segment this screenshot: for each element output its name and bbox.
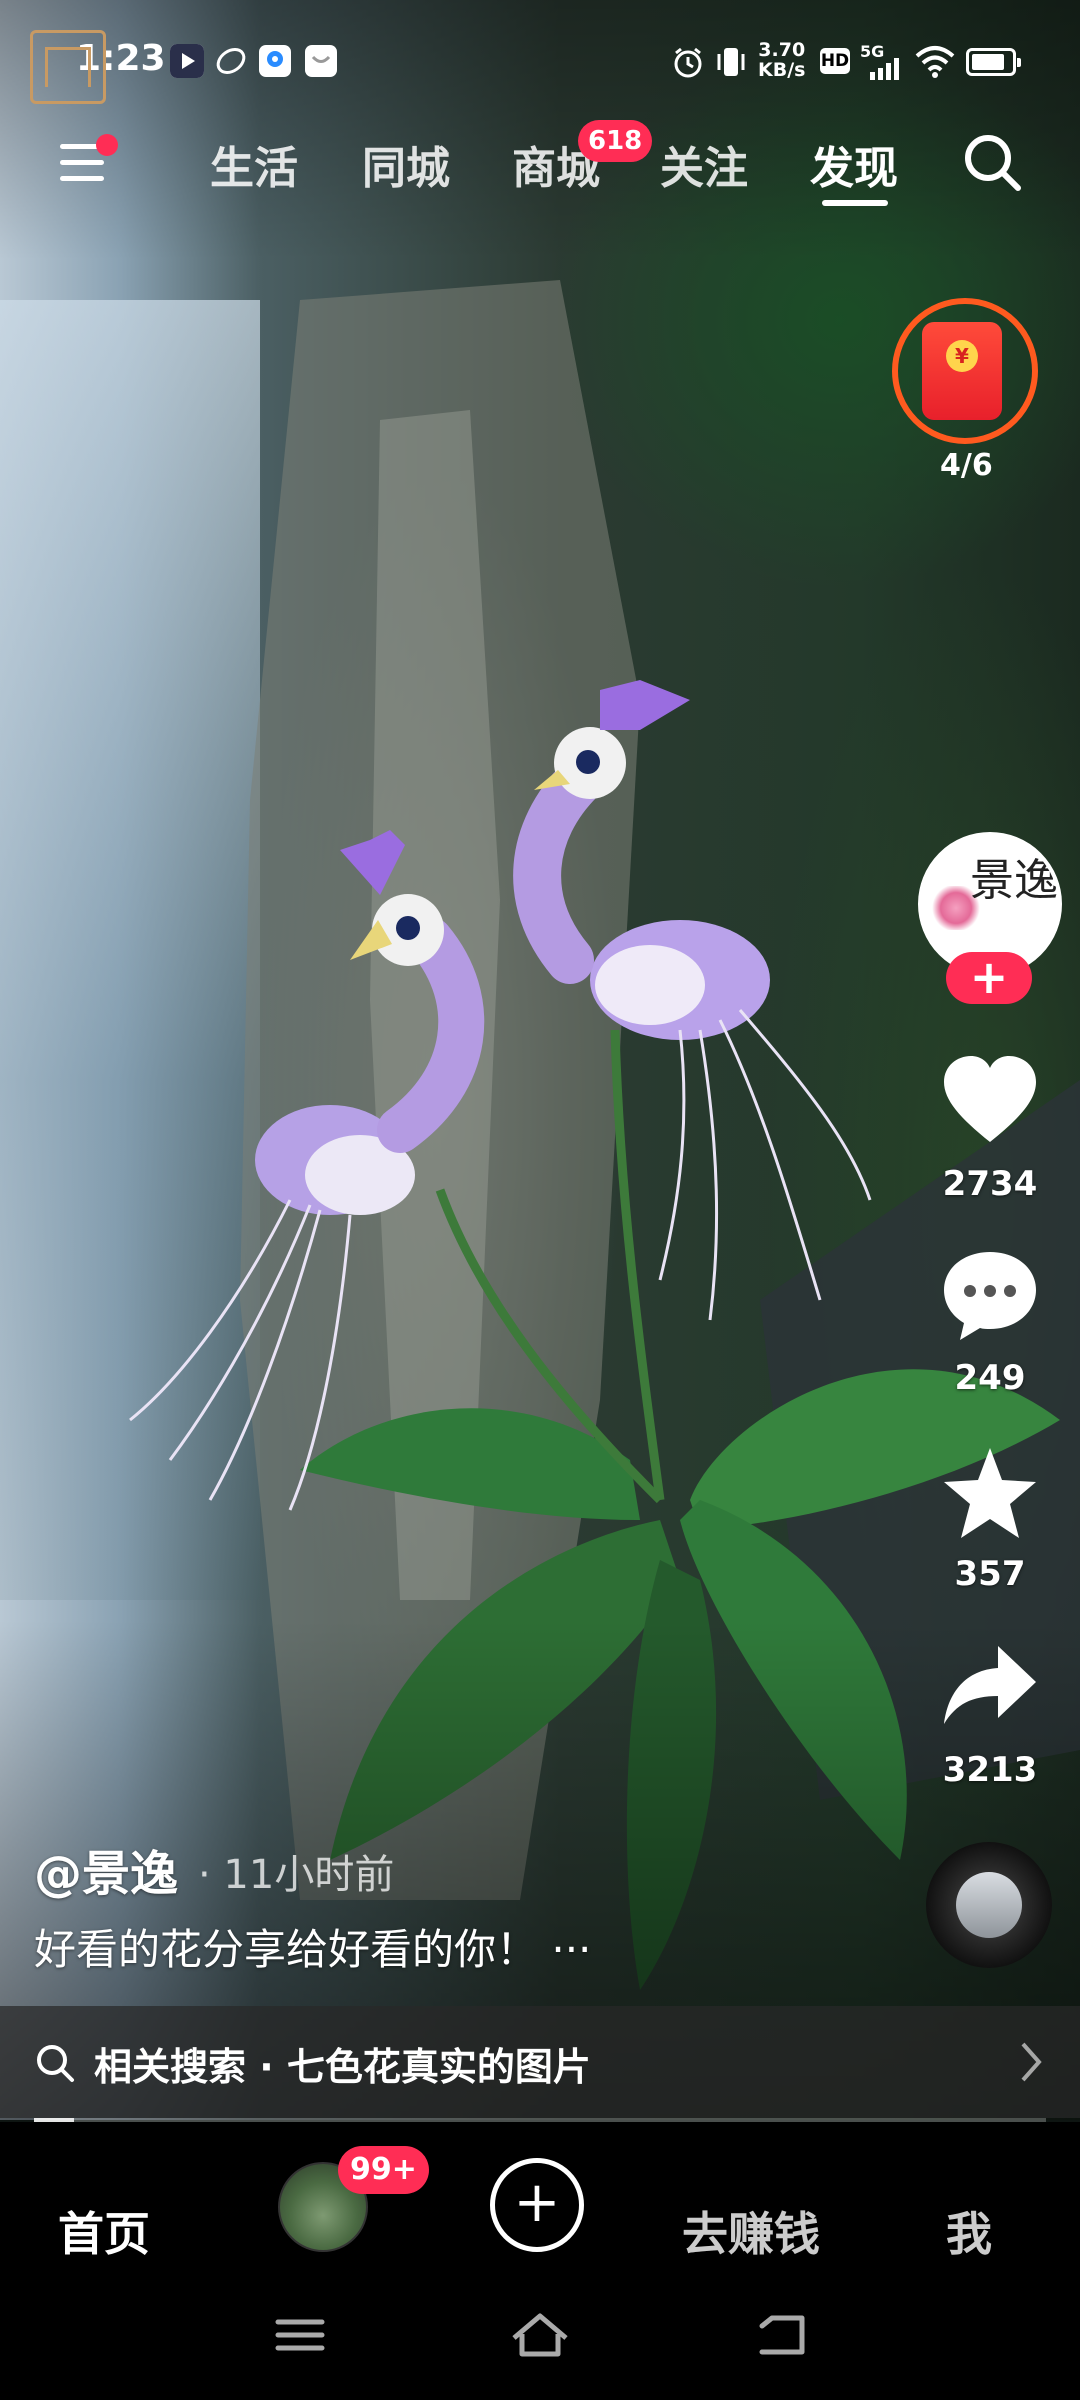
link-app-icon [214, 44, 248, 78]
network-speed-value: 3.70 [758, 39, 806, 61]
wifi-icon [915, 46, 955, 78]
hd-badge: HD [820, 48, 850, 74]
yuan-coin-icon: ¥ [946, 340, 978, 372]
menu-line [60, 160, 104, 165]
red-packet-icon[interactable]: ¥ [922, 322, 1002, 420]
tab-me[interactable]: 我 [946, 2198, 992, 2264]
tab-home[interactable]: 首页 [58, 2198, 150, 2264]
bottom-tab-bar: 首页 99+ + 去赚钱 我 [0, 2122, 1080, 2400]
back-icon[interactable] [752, 2310, 812, 2360]
star-icon[interactable] [940, 1446, 1040, 1542]
tab-life[interactable]: 生活 [210, 132, 298, 196]
share-count: 3213 [942, 1750, 1038, 1790]
music-disc[interactable] [926, 1842, 1052, 1968]
cellular-signal-icon: 5G [860, 42, 904, 82]
mall-badge: 618 [578, 120, 653, 162]
like-count: 2734 [942, 1164, 1038, 1204]
status-bar: 1:23 3.70 KB/s HD 5G [0, 30, 1080, 104]
message-app-icon [304, 44, 338, 78]
tab-earn[interactable]: 去赚钱 [682, 2198, 820, 2264]
favorite-count: 357 [954, 1554, 1026, 1594]
notification-dot [96, 134, 118, 156]
tab-same-city[interactable]: 同城 [362, 132, 450, 196]
alarm-icon [674, 47, 702, 78]
battery-icon [966, 48, 1021, 76]
recent-apps-icon[interactable] [270, 2310, 330, 2360]
vibrate-icon [717, 48, 745, 76]
author-name[interactable]: @景逸 [34, 1834, 178, 1904]
app-logo-icon [30, 30, 106, 104]
music-cover [956, 1872, 1022, 1938]
follow-button[interactable]: + [946, 952, 1032, 1004]
heart-icon[interactable] [940, 1054, 1040, 1150]
tab-discover[interactable]: 发现 [810, 132, 898, 196]
search-icon[interactable] [960, 130, 1024, 194]
create-post-button[interactable]: + [490, 2158, 584, 2252]
comment-count: 249 [954, 1358, 1026, 1398]
network-speed-unit: KB/s [758, 59, 806, 81]
video-app-icon [170, 44, 204, 78]
search-icon [37, 2045, 74, 2082]
menu-button[interactable] [60, 134, 118, 188]
map-app-icon [258, 44, 292, 78]
friends-badge: 99+ [338, 2146, 429, 2194]
share-icon[interactable] [940, 1640, 1040, 1736]
active-tab-indicator [822, 200, 888, 206]
related-search-bar[interactable]: 相关搜索 · 七色花真实的图片 [0, 2006, 1080, 2118]
avatar-calligraphy: 景逸 [970, 855, 1058, 906]
tab-following[interactable]: 关注 [660, 132, 748, 196]
home-icon[interactable] [508, 2310, 572, 2360]
top-navigation: 生活 同城 商城 618 关注 发现 [0, 120, 1080, 230]
menu-line [60, 176, 104, 181]
post-time: · 11小时前 [198, 1852, 395, 1898]
related-search-text: 相关搜索 · 七色花真实的图片 [94, 2045, 591, 2089]
battery-level [972, 54, 1005, 70]
post-caption[interactable]: 好看的花分享给好看的你！ ··· [34, 1916, 591, 1977]
network-speed: 3.70 KB/s [758, 40, 805, 80]
red-packet-progress: 4/6 [940, 448, 993, 483]
comment-icon[interactable] [940, 1248, 1040, 1344]
chevron-right-icon [1021, 2042, 1042, 2082]
